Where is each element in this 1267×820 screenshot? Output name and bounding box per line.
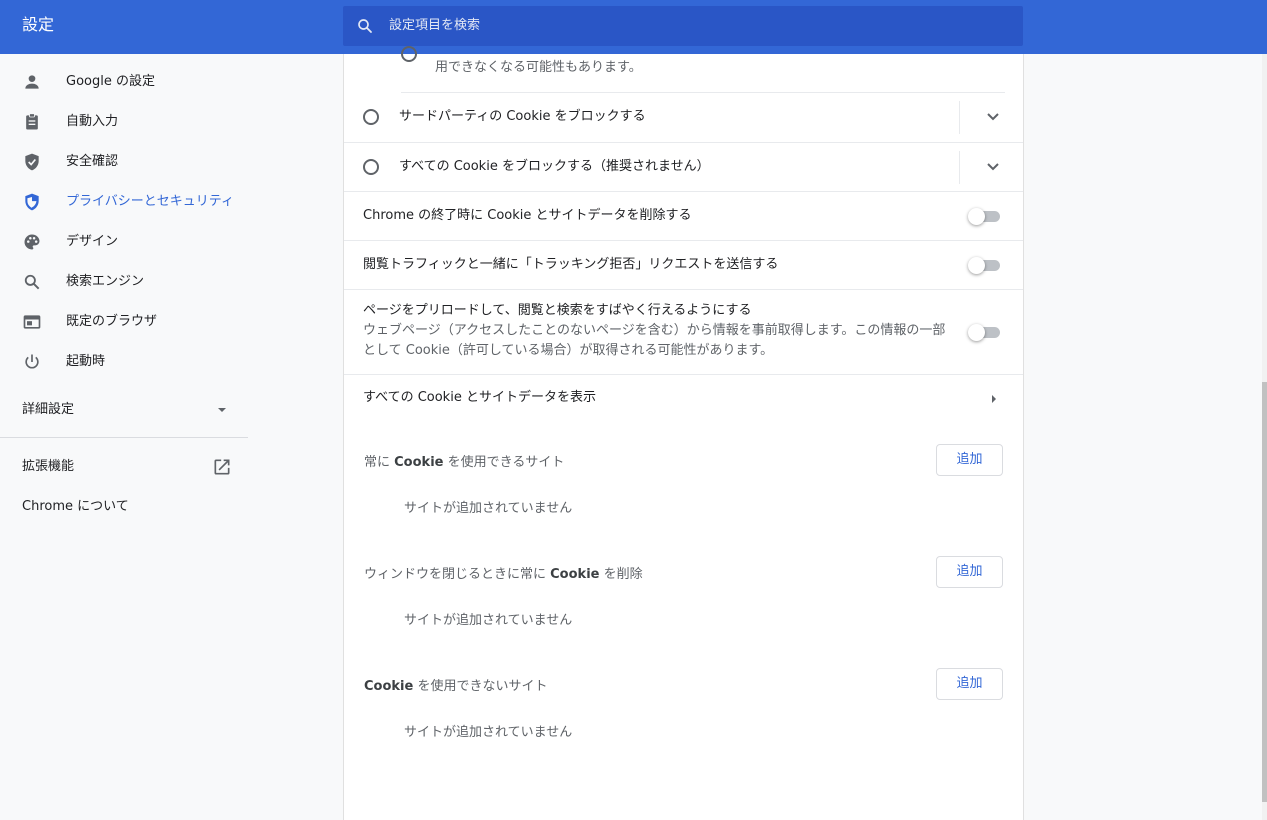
sidebar-item-label: デザイン [66, 234, 119, 249]
extensions-label: 拡張機能 [22, 459, 75, 474]
radio-option-block-third-party[interactable]: サードパーティの Cookie をブロックする [344, 93, 1023, 142]
settings-search-box[interactable]: 設定項目を検索 [343, 6, 1023, 46]
sidebar-item-search-engine[interactable]: 検索エンジン [0, 262, 248, 302]
radio-option-block-all[interactable]: すべての Cookie をブロックする（推奨されません） [344, 142, 1023, 191]
radio-button[interactable] [363, 159, 379, 175]
chevron-down-icon[interactable] [986, 162, 1000, 172]
shield-icon [25, 193, 39, 211]
sidebar-advanced-toggle[interactable]: 詳細設定 [0, 390, 248, 430]
sidebar-item-label: 起動時 [66, 354, 106, 369]
setting-clear-on-exit[interactable]: Chrome の終了時に Cookie とサイトデータを削除する [344, 191, 1023, 240]
sidebar-item-extensions[interactable]: 拡張機能 [0, 447, 248, 487]
sidebar-item-default-browser[interactable]: 既定のブラウザ [0, 302, 248, 342]
heading-cookie: Cookie [394, 455, 444, 470]
setting-description: ウェブページ（アクセスしたことのないページを含む）から情報を事前取得します。この… [363, 323, 946, 358]
add-allow-site-button[interactable]: 追加 [936, 444, 1003, 476]
toggle-knob [968, 324, 985, 341]
sidebar-item-appearance[interactable]: デザイン [0, 222, 248, 262]
cookie-settings-card: 用できなくなる可能性もあります。 サードパーティの Cookie をブロックする… [343, 46, 1024, 820]
heading-cookie: Cookie [550, 567, 600, 582]
add-block-site-button[interactable]: 追加 [936, 668, 1003, 700]
sidebar-item-label: 既定のブラウザ [66, 314, 158, 329]
heading-text: を使用できないサイト [413, 679, 548, 694]
sidebar-item-google[interactable]: Google の設定 [0, 62, 248, 102]
setting-label: Chrome の終了時に Cookie とサイトデータを削除する [363, 208, 692, 223]
sidebar-item-label: Google の設定 [66, 74, 155, 89]
radio-button[interactable] [363, 109, 379, 125]
app-title: 設定 [22, 15, 55, 34]
see-all-cookies-link[interactable]: すべての Cookie とサイトデータを表示 [344, 374, 1023, 422]
heading-cookie: Cookie [364, 679, 414, 694]
empty-list-note: サイトが追加されていません [404, 501, 573, 516]
separator [959, 151, 960, 184]
top-bar: 設定 設定項目を検索 [0, 0, 1267, 54]
sidebar-item-label: 自動入力 [66, 114, 119, 129]
sidebar: Google の設定 自動入力 安全確認 プライバシーとセキュリティ デザイン … [0, 54, 248, 820]
sidebar-item-label: 安全確認 [66, 154, 119, 169]
heading-text: を削除 [599, 567, 643, 582]
clear-on-exit-list-heading: ウィンドウを閉じるときに常に Cookie を削除 [364, 565, 643, 585]
shield-check-icon [25, 153, 39, 171]
empty-list-note: サイトが追加されていません [404, 725, 573, 740]
setting-do-not-track[interactable]: 閲覧トラフィックと一緒に「トラッキング拒否」リクエストを送信する [344, 240, 1023, 289]
arrow-right-icon [992, 395, 996, 403]
heading-text: 常に [364, 455, 395, 470]
power-icon [25, 354, 39, 369]
sidebar-item-safety-check[interactable]: 安全確認 [0, 142, 248, 182]
sidebar-divider [0, 437, 248, 438]
page-scrollbar[interactable] [1262, 54, 1267, 820]
toggle-knob [968, 208, 985, 225]
scrollbar-thumb[interactable] [1262, 382, 1267, 802]
setting-label: ページをプリロードして、閲覧と検索をすばやく行えるようにする [363, 303, 752, 318]
sidebar-item-label: プライバシーとセキュリティ [66, 194, 234, 209]
search-icon [24, 274, 40, 290]
radio-partial[interactable] [401, 46, 417, 62]
sidebar-item-label: 検索エンジン [66, 274, 145, 289]
setting-label: すべての Cookie とサイトデータを表示 [363, 390, 596, 405]
heading-text: を使用できるサイト [443, 455, 565, 470]
preload-toggle[interactable] [968, 322, 1000, 342]
search-input[interactable]: 設定項目を検索 [389, 17, 480, 35]
about-label: Chrome について [22, 499, 129, 514]
sidebar-item-privacy[interactable]: プライバシーとセキュリティ [0, 182, 248, 222]
block-list-heading: Cookie を使用できないサイト [364, 677, 547, 697]
partial-description: 用できなくなる可能性もあります。 [435, 60, 642, 75]
open-in-new-icon [214, 459, 230, 475]
person-icon [25, 75, 39, 89]
toggle-knob [968, 257, 985, 274]
setting-label: 閲覧トラフィックと一緒に「トラッキング拒否」リクエストを送信する [363, 257, 779, 272]
radio-label: サードパーティの Cookie をブロックする [399, 109, 646, 124]
empty-list-note: サイトが追加されていません [404, 613, 573, 628]
sidebar-item-autofill[interactable]: 自動入力 [0, 102, 248, 142]
do-not-track-toggle[interactable] [968, 255, 1000, 275]
search-icon [358, 19, 372, 33]
sidebar-item-on-startup[interactable]: 起動時 [0, 342, 248, 382]
allow-list-heading: 常に Cookie を使用できるサイト [364, 453, 564, 473]
separator [959, 101, 960, 134]
setting-preload[interactable]: ページをプリロードして、閲覧と検索をすばやく行えるようにする ウェブページ（アク… [344, 289, 1023, 375]
sidebar-item-about[interactable]: Chrome について [0, 487, 248, 527]
radio-label: すべての Cookie をブロックする（推奨されません） [399, 159, 710, 174]
browser-icon [23, 315, 41, 329]
chevron-down-icon[interactable] [986, 112, 1000, 122]
clipboard-icon [26, 113, 38, 130]
caret-down-icon [218, 408, 226, 412]
clear-on-exit-toggle[interactable] [968, 206, 1000, 226]
advanced-label: 詳細設定 [22, 402, 75, 417]
add-clear-on-exit-site-button[interactable]: 追加 [936, 556, 1003, 588]
palette-icon [24, 234, 40, 250]
heading-text: ウィンドウを閉じるときに常に [364, 567, 551, 582]
